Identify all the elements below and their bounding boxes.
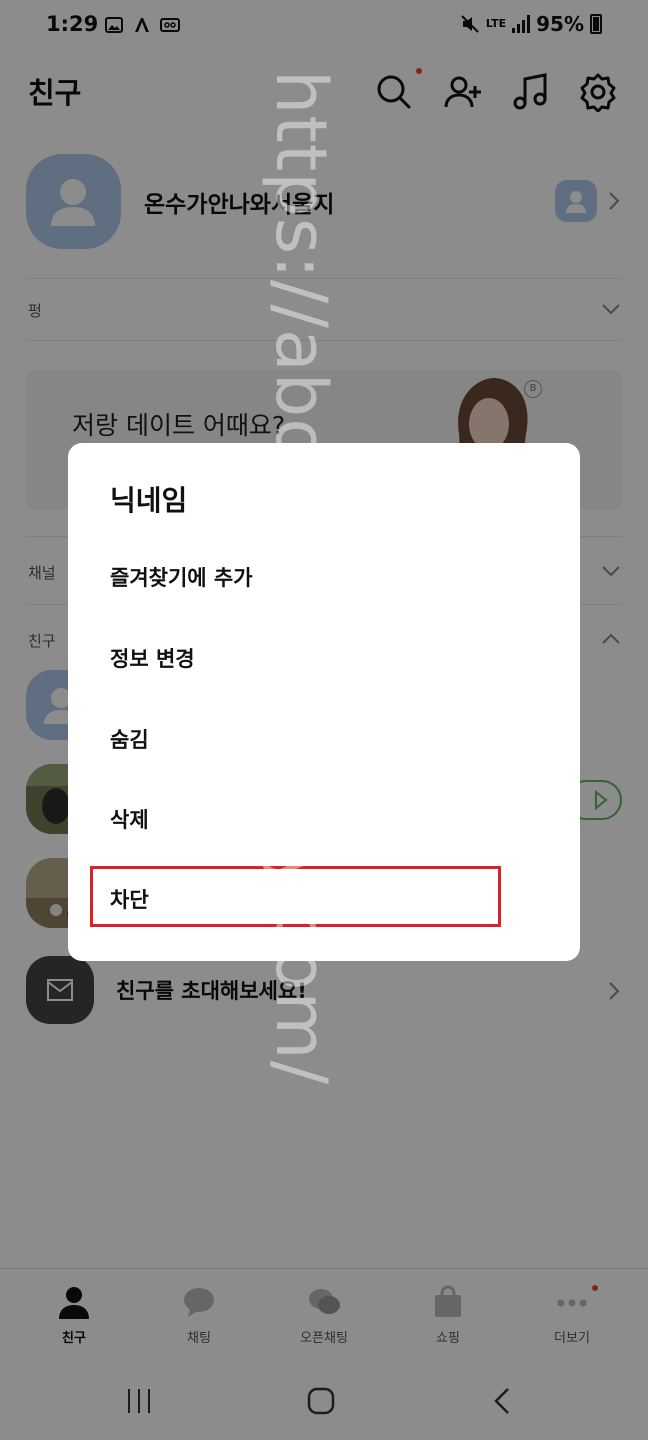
menu-item-delete[interactable]: 삭제 <box>110 804 149 834</box>
menu-item-hide[interactable]: 숨김 <box>110 724 149 754</box>
menu-item-edit-info[interactable]: 정보 변경 <box>110 643 195 673</box>
dialog-title: 닉네임 <box>110 484 188 517</box>
watermark-text: https://abocoffe.tistory.com/ <box>260 70 342 1086</box>
menu-item-add-favorite[interactable]: 즐겨찾기에 추가 <box>110 562 253 592</box>
watermark: https://abocoffe.tistory.com/ <box>260 70 380 1370</box>
